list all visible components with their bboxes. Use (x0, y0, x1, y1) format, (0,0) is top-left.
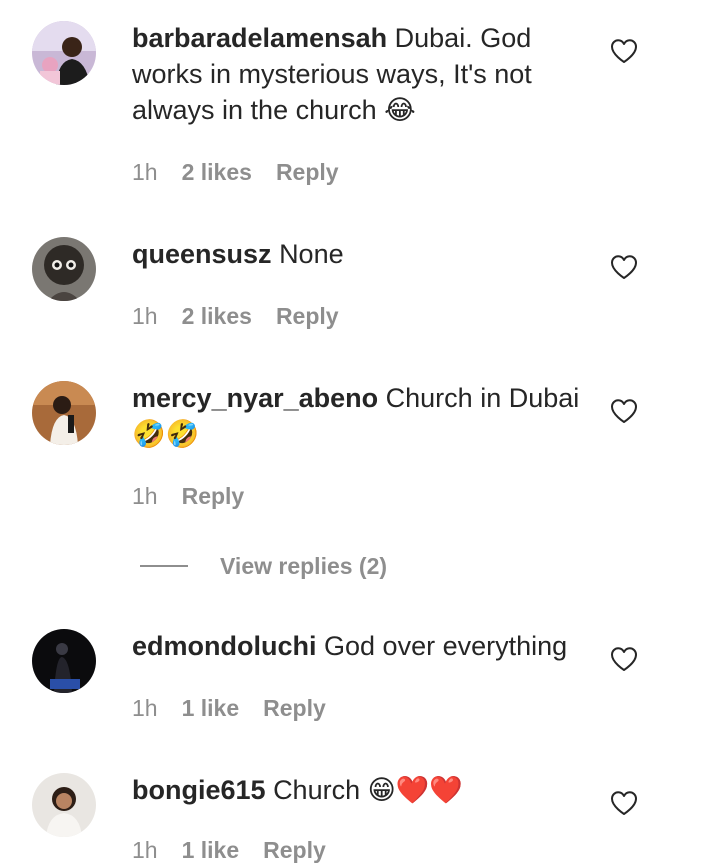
comment-meta: 1h 1 like Reply (132, 835, 326, 865)
reply-button[interactable]: Reply (263, 835, 326, 865)
reply-button[interactable]: Reply (276, 157, 339, 187)
comment-body: Church (273, 775, 361, 805)
comment-text: barbaradelamensah Dubai. God works in my… (132, 20, 584, 129)
comment-likes[interactable]: 2 likes (182, 301, 252, 331)
comment-username[interactable]: bongie615 (132, 775, 266, 805)
comment-time: 1h (132, 483, 158, 509)
comment-likes[interactable]: 2 likes (182, 157, 252, 187)
avatar[interactable] (32, 237, 96, 301)
reply-button[interactable]: Reply (276, 301, 339, 331)
comment-text: bongie615 Church 😁❤️❤️ (132, 772, 584, 809)
comment-body: God over everything (324, 631, 568, 661)
comment-time: 1h (132, 695, 158, 721)
avatar[interactable] (32, 773, 96, 837)
heart-outline-icon[interactable] (610, 38, 638, 64)
avatar[interactable] (32, 629, 96, 693)
comment-username[interactable]: queensusz (132, 239, 272, 269)
avatar[interactable] (32, 21, 96, 85)
comment-emoji: 😁❤️❤️ (367, 775, 464, 806)
comment-body: Church in Dubai (385, 383, 580, 413)
heart-outline-icon[interactable] (610, 398, 638, 424)
comment-text: queensusz None (132, 236, 584, 273)
heart-outline-icon[interactable] (610, 790, 638, 816)
comment-time: 1h (132, 303, 158, 329)
comment-meta: 1h 2 likes Reply (132, 157, 339, 187)
avatar[interactable] (32, 381, 96, 445)
view-replies-label[interactable]: View replies (2) (220, 553, 387, 580)
replies-divider-line (140, 565, 188, 567)
comment-time: 1h (132, 159, 158, 185)
comment-username[interactable]: mercy_nyar_abeno (132, 383, 378, 413)
comment-emoji: 🤣🤣 (132, 419, 200, 450)
comment-meta: 1h Reply (132, 481, 244, 511)
heart-outline-icon[interactable] (610, 254, 638, 280)
comment-meta: 1h 1 like Reply (132, 693, 326, 723)
reply-button[interactable]: Reply (182, 481, 245, 511)
view-replies-button[interactable]: View replies (2) (140, 549, 387, 583)
comment-text: edmondoluchi God over everything (132, 628, 584, 665)
comment-likes[interactable]: 1 like (182, 835, 240, 865)
comment-meta: 1h 2 likes Reply (132, 301, 339, 331)
comment-text: mercy_nyar_abeno Church in Dubai 🤣🤣 (132, 380, 584, 453)
comment-body: None (279, 239, 344, 269)
comment-username[interactable]: edmondoluchi (132, 631, 317, 661)
comment-time: 1h (132, 837, 158, 863)
comment-username[interactable]: barbaradelamensah (132, 23, 387, 53)
reply-button[interactable]: Reply (263, 693, 326, 723)
comment-likes[interactable]: 1 like (182, 693, 240, 723)
comment-emoji: 😂 (384, 95, 416, 126)
heart-outline-icon[interactable] (610, 646, 638, 672)
